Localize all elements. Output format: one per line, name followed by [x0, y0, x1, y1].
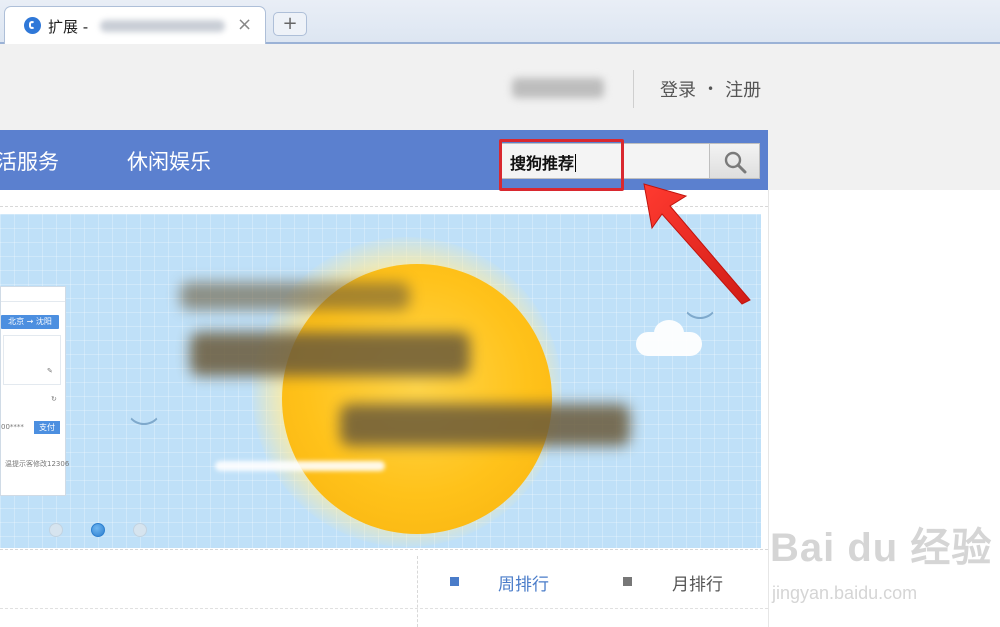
blurred-headline	[190, 332, 470, 376]
new-tab-button[interactable]: +	[273, 12, 307, 36]
baidu-jingyan-watermark: Bai du 经验 jingyan.baidu.com	[770, 515, 993, 603]
watermark-logo: Bai du 经验	[770, 526, 993, 570]
cloud-streak	[215, 461, 385, 471]
mock-pay-button: 支付	[34, 421, 60, 434]
username-blurred	[512, 78, 604, 98]
bird-icon: ︶	[686, 309, 715, 342]
blurred-headline	[180, 282, 410, 310]
mock-ticket-window: 北京 → 沈阳 ✎ ↻ 00**** 支付 温提示客修改12306	[0, 286, 70, 496]
watermark-url: jingyan.baidu.com	[772, 583, 918, 603]
site-header: 登录 • 注册	[0, 44, 1000, 130]
auth-separator: •	[707, 82, 715, 96]
tab-monthly-ranking[interactable]: 月排行	[672, 570, 723, 595]
search-highlight-box	[499, 139, 624, 191]
mock-footer-text: 温提示客修改12306	[5, 460, 70, 468]
ranking-area: 周排行 月排行	[0, 556, 768, 627]
mock-route-label: 北京 → 沈阳	[1, 315, 59, 329]
register-link[interactable]: 注册	[725, 80, 761, 101]
red-arrow-annotation	[643, 183, 751, 305]
tab-title-blurred	[100, 20, 225, 32]
edit-icon: ✎	[47, 367, 53, 375]
ranking-separator	[0, 608, 768, 609]
tab-weekly-ranking[interactable]: 周排行	[498, 570, 549, 595]
blurred-headline	[340, 404, 630, 446]
browser-tab[interactable]: 扩展 - ×	[4, 6, 266, 44]
magnifier-icon	[724, 151, 747, 174]
auth-links: 登录 • 注册	[660, 76, 761, 102]
search-button[interactable]	[709, 143, 760, 179]
mock-window-titlebar	[1, 287, 65, 302]
tab-title: 扩展 -	[48, 18, 89, 36]
ranking-divider	[417, 556, 419, 627]
monthly-bullet-icon	[623, 577, 632, 586]
nav-item-life-services[interactable]: 活服务	[0, 146, 59, 176]
mock-text-area	[3, 335, 61, 385]
header-divider	[633, 70, 634, 108]
mock-account-masked: 00****	[1, 423, 24, 431]
carousel-dot-active[interactable]	[91, 523, 105, 537]
weekly-bullet-icon	[450, 577, 459, 586]
sogou-browser-icon	[24, 17, 41, 34]
bird-icon: ︶	[130, 415, 159, 448]
browser-tabstrip: 扩展 - × +	[0, 0, 1000, 44]
right-header-band	[768, 130, 1000, 190]
carousel-dot[interactable]	[49, 523, 63, 537]
nav-item-leisure[interactable]: 休闲娱乐	[127, 146, 211, 176]
carousel-dot[interactable]	[133, 523, 147, 537]
close-tab-icon[interactable]: ×	[237, 14, 252, 36]
login-link[interactable]: 登录	[660, 80, 696, 101]
refresh-icon: ↻	[51, 395, 57, 403]
